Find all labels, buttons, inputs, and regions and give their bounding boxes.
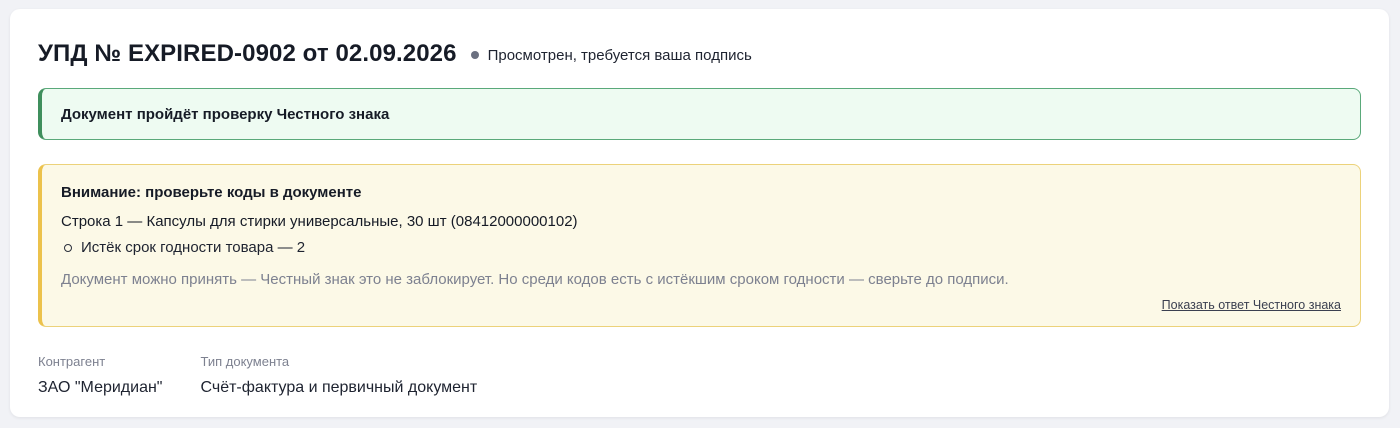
counterparty-field: Контрагент ЗАО "Меридиан" [38,354,162,398]
status-dot-icon [470,51,479,59]
counterparty-label: Контрагент [38,354,106,369]
warning-alert-title: Внимание: проверьте коды в документе [61,184,362,201]
page-title: УПД № EXPIRED-0902 от 02.09.2026 [38,40,457,67]
status-indicator: Просмотрен, требуется ваша подпись [470,45,752,64]
issue-text: Истёк срок годности товара — 2 [81,239,306,256]
bullet-circle-icon [64,244,72,252]
doctype-field: Тип документа Счёт-фактура и первичный д… [200,354,477,398]
counterparty-value: ЗАО "Меридиан" [38,379,163,396]
issue-list: Истёк срок годности товара — 2 [61,238,1341,258]
success-alert-text: Документ пройдёт проверку Честного знака [61,105,390,123]
document-header: УПД № EXPIRED-0902 от 02.09.2026 Просмот… [38,40,752,68]
warning-note: Документ можно принять — Честный знак эт… [61,271,1009,288]
document-meta: Контрагент ЗАО "Меридиан" Тип документа … [38,354,477,398]
doctype-value: Счёт-фактура и первичный документ [200,379,478,396]
show-response-link[interactable]: Показать ответ Честного знака [1162,298,1341,312]
status-text: Просмотрен, требуется ваша подпись [487,46,752,64]
warning-alert: Внимание: проверьте коды в документе Стр… [38,164,1361,327]
success-alert: Документ пройдёт проверку Честного знака [38,88,1361,140]
issue-list-item: Истёк срок годности товара — 2 [61,238,1341,258]
warning-line-item: Строка 1 — Капсулы для стирки универсаль… [61,213,578,230]
document-card: УПД № EXPIRED-0902 от 02.09.2026 Просмот… [10,9,1389,417]
doctype-label: Тип документа [200,354,290,369]
